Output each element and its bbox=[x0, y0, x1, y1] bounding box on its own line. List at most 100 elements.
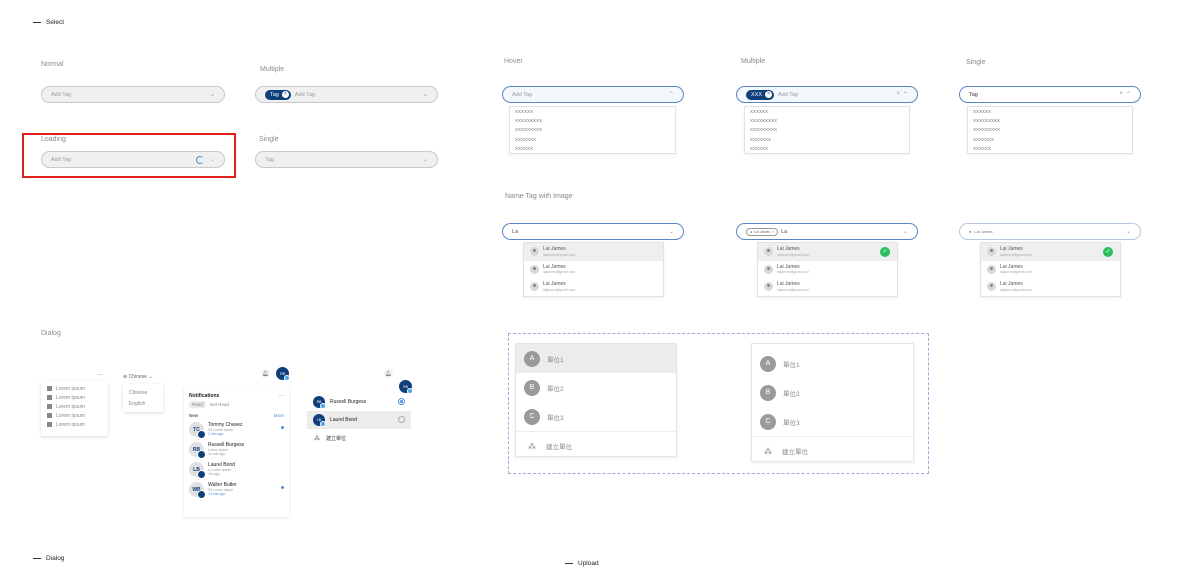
loading-spinner-icon bbox=[196, 156, 204, 164]
loading-select[interactable]: Add Tag ⌄ bbox=[41, 151, 225, 168]
avatar[interactable]: RB bbox=[276, 367, 290, 381]
dropdown-option[interactable]: XXXXXXX bbox=[745, 135, 909, 144]
create-unit-item[interactable]: ⁂ 建立單位 bbox=[516, 431, 676, 460]
unit-item[interactable]: A 單位1 bbox=[516, 344, 676, 373]
more-link[interactable]: More bbox=[274, 413, 284, 418]
name-tag-input-value: La bbox=[512, 228, 519, 235]
unit-item[interactable]: A 單位1 bbox=[752, 349, 913, 378]
chevron-down-icon: ⌄ bbox=[668, 229, 674, 235]
unread-dot-icon bbox=[281, 486, 284, 489]
more-dots-icon[interactable]: ··· bbox=[97, 372, 103, 378]
chevron-down-icon: ⌄ bbox=[209, 92, 215, 98]
dropdown-option[interactable]: XXXXXX bbox=[745, 144, 909, 153]
multiple-open-select[interactable]: XXX × Add Tag × ⌃ bbox=[736, 86, 918, 103]
unit-item[interactable]: C 單位3 bbox=[752, 407, 913, 436]
remove-tag-icon[interactable]: × bbox=[765, 91, 773, 98]
normal-select[interactable]: Add Tag ⌄ bbox=[41, 86, 225, 103]
label-normal: Normal bbox=[41, 61, 64, 68]
menu-item[interactable]: Lorem ipsum bbox=[47, 386, 102, 395]
dropdown-option[interactable]: XXXXXXXXX bbox=[968, 125, 1132, 134]
person-option[interactable]: Lai James laijames@gmail.com ✓ bbox=[758, 243, 897, 261]
unit-label: 單位2 bbox=[547, 385, 564, 393]
radio-icon[interactable] bbox=[398, 416, 405, 423]
menu-item[interactable]: Lorem ipsum bbox=[47, 404, 102, 413]
create-unit-item[interactable]: ⁂ 建立單位 bbox=[752, 436, 913, 465]
dropdown-option[interactable]: XXXXXXX bbox=[968, 135, 1132, 144]
notifications-panel: Notifications ··· Read Not Read New More… bbox=[184, 387, 289, 517]
bell-icon[interactable]: 🔔︎ bbox=[384, 369, 393, 378]
bell-icon[interactable]: 🔔︎ bbox=[261, 369, 270, 378]
unit-item[interactable]: B 單位2 bbox=[516, 373, 676, 402]
dropdown-option[interactable]: XXXXXX bbox=[510, 144, 675, 153]
unit-item[interactable]: B 單位2 bbox=[752, 378, 913, 407]
person-email: laijames@gmail.com bbox=[543, 252, 576, 257]
tab-read[interactable]: Read bbox=[189, 401, 206, 408]
radio-checked-icon[interactable] bbox=[398, 398, 405, 405]
copy-icon bbox=[47, 395, 52, 401]
clear-icon[interactable]: × bbox=[896, 91, 900, 97]
dropdown-option[interactable]: XXXXXXXXX bbox=[745, 116, 909, 125]
remove-chip-icon[interactable]: × bbox=[772, 230, 774, 234]
unit-letter-icon: B bbox=[524, 379, 540, 396]
language-selector[interactable]: ⊕ Chinese ⌄ bbox=[123, 374, 153, 380]
lock-icon bbox=[47, 413, 52, 419]
hover-select[interactable]: Add Tag ⌃ bbox=[502, 86, 684, 103]
account-item[interactable]: RB Russell Burgess bbox=[307, 393, 411, 411]
notification-time: 1 min ago bbox=[208, 432, 224, 436]
notification-item[interactable]: LB Laurel Bond A Lorem ipsum 1hr ago bbox=[189, 462, 284, 479]
person-option[interactable]: Lai James laijames@gmail.com bbox=[524, 243, 663, 261]
person-option[interactable]: Lai James laijames@gmail.com bbox=[524, 278, 663, 296]
avatar[interactable]: RB bbox=[399, 380, 413, 394]
name-tag-input[interactable]: La ⌄ bbox=[502, 223, 684, 240]
label-single-open: Single bbox=[966, 59, 986, 66]
person-option[interactable]: Lai James laijames@gmail.com bbox=[981, 278, 1120, 296]
name-tag-multi-input[interactable]: ● Lai James × La ⌄ bbox=[736, 223, 918, 240]
unit-list: A 單位1 B 單位2 C 單位3 ⁂ 建立單位 bbox=[515, 343, 677, 457]
menu-item[interactable]: Lorem ipsum bbox=[47, 395, 102, 404]
single-open-select[interactable]: Tag × ⌃ bbox=[959, 86, 1141, 103]
person-option[interactable]: Lai James laijames@gmail.com bbox=[758, 278, 897, 296]
language-option[interactable]: Chinese bbox=[129, 388, 157, 399]
remove-tag-icon[interactable]: × bbox=[281, 91, 289, 98]
avatar: LB bbox=[189, 462, 206, 479]
notification-item[interactable]: WB Walter Butler Sit Lorem ipsum 14 min ag… bbox=[189, 482, 284, 499]
account-item[interactable]: LB Laurel Bond bbox=[307, 411, 411, 429]
unit-letter-icon: C bbox=[524, 408, 540, 425]
dropdown-option[interactable]: XXXXXXXXX bbox=[968, 116, 1132, 125]
single-select[interactable]: Tag ⌄ bbox=[255, 151, 438, 168]
person-email: laijames@gmail.com bbox=[543, 287, 576, 292]
notification-item[interactable]: TC Tommy Chavez Sit Lorem ipsum 1 min ago bbox=[189, 422, 284, 439]
menu-item[interactable]: Lorem ipsum bbox=[47, 413, 102, 422]
dropdown-option[interactable]: XXXXXX bbox=[745, 107, 909, 116]
check-icon: ✓ bbox=[1103, 247, 1113, 257]
dropdown-option[interactable]: XXXXXXXXX bbox=[745, 125, 909, 134]
dropdown-option[interactable]: XXXXXX bbox=[968, 144, 1132, 153]
avatar: RB bbox=[189, 442, 206, 459]
chevron-up-icon: ⌃ bbox=[902, 92, 908, 98]
dropdown-option[interactable]: XXXXXX bbox=[510, 107, 675, 116]
name-tag-single-input[interactable]: ● Lai James ⌄ bbox=[959, 223, 1141, 240]
loading-select-placeholder: Add Tag bbox=[51, 156, 72, 163]
dropdown-option[interactable]: XXXXXXXXX bbox=[510, 125, 675, 134]
chevron-down-icon: ⌄ bbox=[902, 229, 908, 235]
create-unit-item[interactable]: ⁂ 建立單位 bbox=[307, 429, 411, 447]
language-option[interactable]: English bbox=[129, 399, 157, 410]
person-option[interactable]: Lai James laijames@gmail.com bbox=[524, 261, 663, 279]
clear-icon[interactable]: × bbox=[1119, 91, 1123, 97]
multiple-open-placeholder: Add Tag bbox=[778, 91, 799, 98]
unit-item[interactable]: C 單位3 bbox=[516, 402, 676, 431]
person-option[interactable]: Lai James laijames@gmail.com ✓ bbox=[981, 243, 1120, 261]
notification-item[interactable]: RB Russell Burgess Lorem ipsum 1h min ago bbox=[189, 442, 284, 459]
menu-item[interactable]: Lorem ipsum bbox=[47, 422, 102, 431]
tab-not-read[interactable]: Not Read bbox=[210, 402, 229, 407]
person-option[interactable]: Lai James laijames@gmail.com bbox=[981, 261, 1120, 279]
unit-label: 單位1 bbox=[783, 361, 800, 369]
selected-tag: XXX × bbox=[746, 89, 775, 100]
avatar: RB bbox=[313, 396, 326, 409]
dropdown-option[interactable]: XXXXXX bbox=[968, 107, 1132, 116]
multiple-select[interactable]: Tag × Add Tag ⌄ bbox=[255, 86, 438, 103]
dropdown-option[interactable]: XXXXXXXXX bbox=[510, 116, 675, 125]
more-dots-icon[interactable]: ··· bbox=[279, 393, 284, 399]
person-option[interactable]: Lai James laijames@gmail.com bbox=[758, 261, 897, 279]
dropdown-option[interactable]: XXXXXXX bbox=[510, 135, 675, 144]
